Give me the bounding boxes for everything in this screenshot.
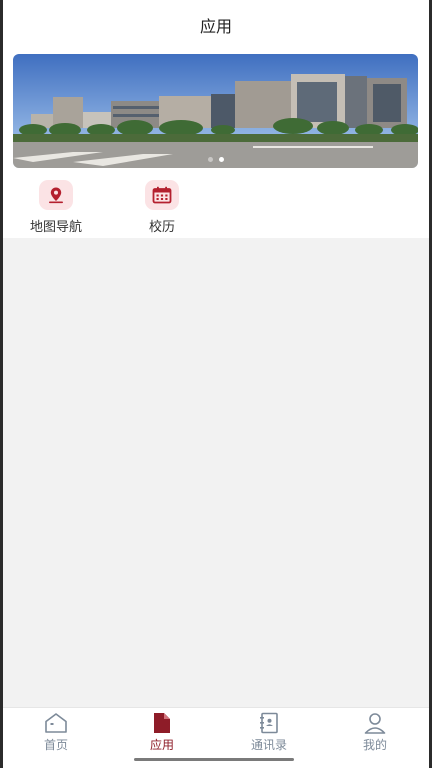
header: 应用 [3, 0, 429, 50]
apps-panel: 地图导航 校历 [3, 50, 429, 238]
carousel-indicator [13, 157, 418, 162]
app-screen: 应用 地图导航 校历 首页 应用 通讯录 我的 [3, 0, 429, 768]
app-school-calendar[interactable]: 校历 [117, 180, 207, 236]
tab-contacts[interactable]: 通讯录 [216, 712, 322, 760]
map-pin-icon [49, 187, 63, 204]
tab-profile[interactable]: 我的 [322, 712, 428, 760]
carousel-dot[interactable] [207, 157, 213, 162]
home-indicator [134, 758, 294, 761]
calendar-icon [152, 186, 172, 204]
carousel-dot-active[interactable] [218, 157, 224, 162]
app-icon-tile [145, 180, 179, 210]
app-grid: 地图导航 校历 [3, 180, 429, 236]
app-icon-tile [39, 180, 73, 210]
home-icon [45, 713, 67, 733]
tab-label: 通讯录 [250, 738, 287, 752]
app-map-navigation[interactable]: 地图导航 [11, 180, 101, 236]
person-icon [364, 713, 386, 734]
tab-label: 我的 [362, 738, 387, 752]
tab-home[interactable]: 首页 [3, 712, 109, 760]
tab-apps[interactable]: 应用 [109, 712, 215, 760]
tab-label: 首页 [43, 738, 68, 752]
tab-label: 应用 [149, 738, 174, 752]
contacts-book-icon [260, 712, 278, 734]
app-label: 地图导航 [29, 220, 82, 235]
page-title: 应用 [199, 17, 232, 36]
banner-carousel[interactable] [13, 54, 418, 168]
app-label: 校历 [148, 220, 175, 235]
file-icon [154, 713, 170, 733]
campus-banner-image [13, 54, 418, 168]
